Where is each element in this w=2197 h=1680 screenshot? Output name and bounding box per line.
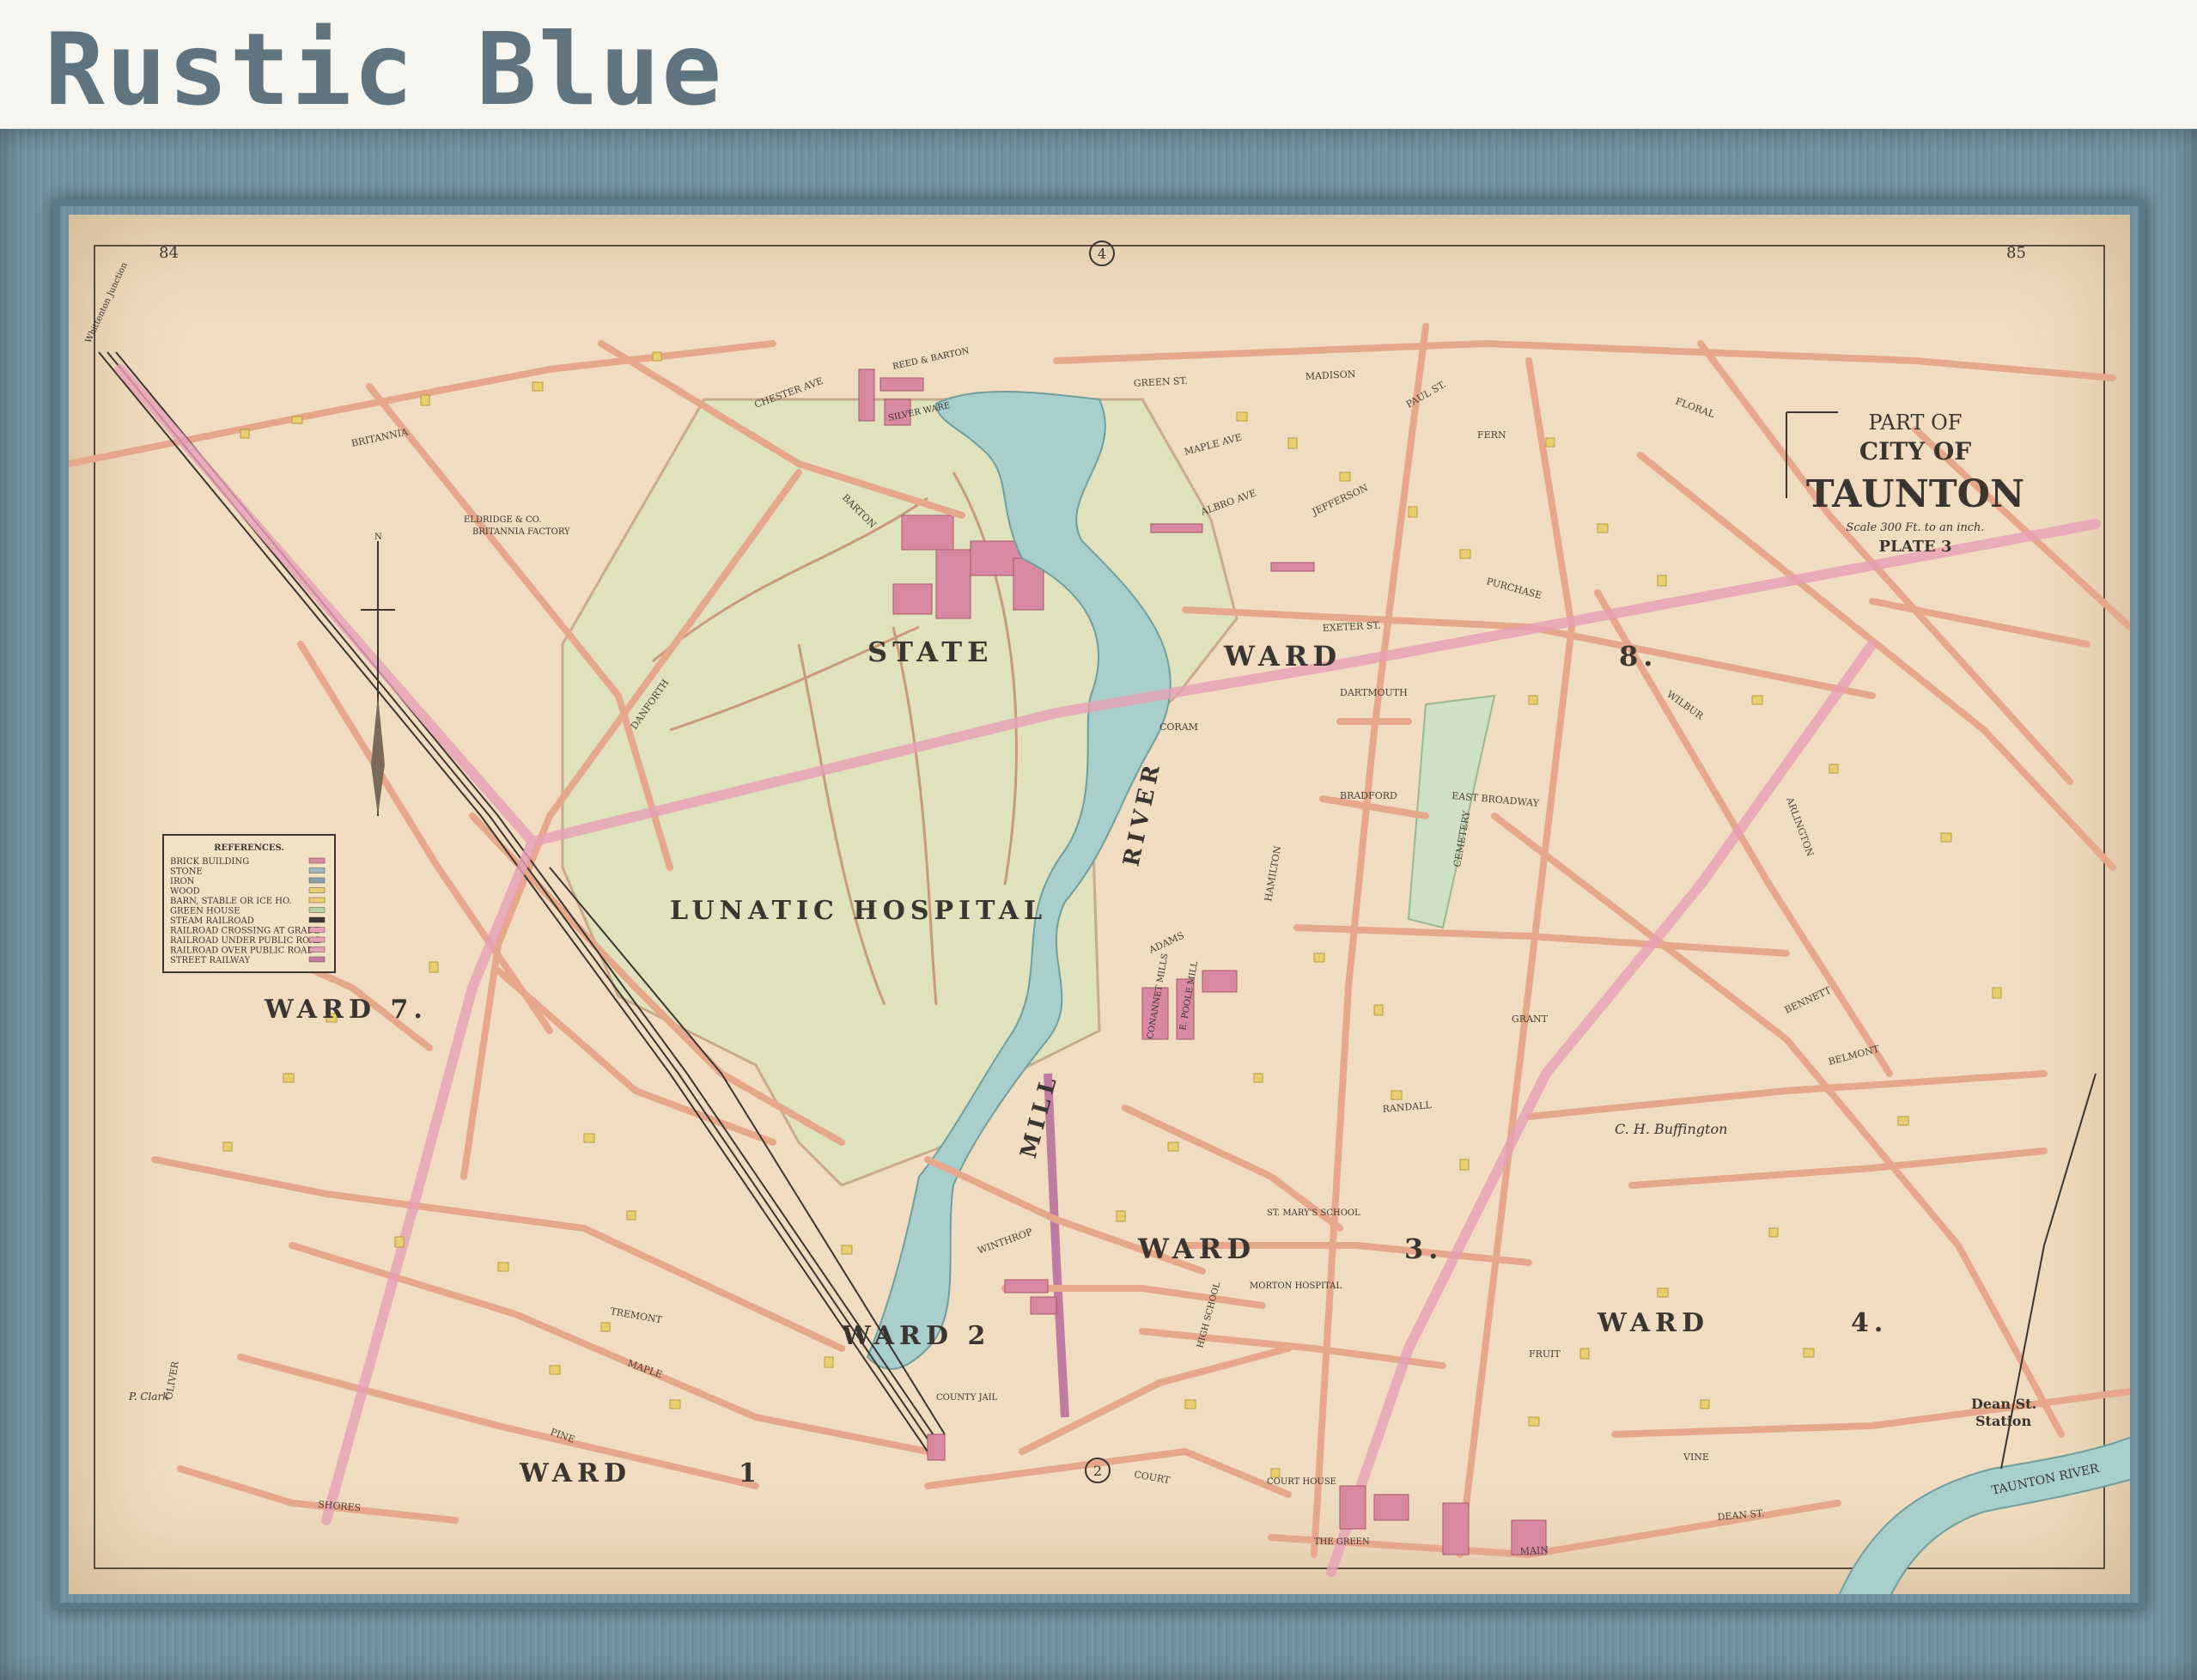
references-title: REFERENCES.: [214, 843, 284, 853]
reference-item: RAILROAD UNDER PUBLIC ROAD: [170, 936, 322, 946]
street-label: EXETER ST.: [1322, 619, 1380, 634]
reference-item: RAILROAD CROSSING AT GRADE: [170, 927, 320, 936]
street-label: TREMONT: [609, 1306, 663, 1325]
street-label: ADAMS: [1147, 930, 1186, 957]
street-label: WINTHROP: [977, 1227, 1035, 1257]
page-number-left: 84: [159, 244, 179, 262]
label-eldridge: ELDRIDGE & CO.: [464, 515, 541, 525]
reference-item: IRON: [170, 877, 195, 886]
banner: Rustic Blue: [0, 0, 2197, 129]
label-britannia-factory: BRITANNIA FACTORY: [472, 527, 570, 537]
reference-swatch: [308, 857, 326, 864]
street-label: BRITANNIA: [350, 426, 410, 449]
street-label: PAUL ST.: [1404, 379, 1448, 411]
label-ward-2: WARD 2: [841, 1321, 990, 1351]
street-label: BELMONT: [1827, 1043, 1881, 1067]
label-ward-4: WARD: [1597, 1308, 1709, 1338]
label-buffington: C. H. Buffington: [1615, 1121, 1727, 1137]
street-label: FLORAL: [1674, 396, 1717, 421]
label-st-marys: ST. MARY'S SCHOOL: [1267, 1208, 1360, 1218]
reference-item: GREEN HOUSE: [170, 907, 240, 916]
reference-swatch: [308, 907, 326, 913]
label-reed-barton: REED & BARTON: [892, 346, 970, 372]
label-state: STATE: [867, 636, 993, 668]
street-label: ALBRO AVE: [1199, 488, 1258, 519]
street-label: VINE: [1683, 1452, 1709, 1463]
label-the-green: THE GREEN: [1314, 1537, 1370, 1547]
title-plate: PLATE 3: [1878, 538, 1951, 556]
title-city-of: CITY OF: [1859, 437, 1971, 466]
label-p-clark: P. Clark: [128, 1391, 168, 1403]
reference-item: WOOD: [170, 887, 200, 897]
label-ward-8: 8.: [1619, 640, 1658, 673]
reference-swatch: [308, 867, 326, 873]
references-legend: REFERENCES. BRICK BUILDINGSTONEIRONWOODB…: [162, 834, 336, 973]
title-city: TAUNTON: [1806, 472, 2024, 516]
reference-item: STREET RAILWAY: [170, 956, 251, 965]
reference-swatch: [308, 927, 326, 933]
reference-swatch: [308, 897, 326, 904]
street-label: MADISON: [1305, 368, 1356, 382]
circle-marker-bottom-label: 2: [1093, 1463, 1102, 1479]
reference-swatch: [308, 887, 326, 893]
street-label: GRANT: [1512, 1013, 1549, 1025]
street-label: DEAN ST.: [1717, 1507, 1765, 1523]
reference-item: STEAM RAILROAD: [170, 916, 254, 926]
label-dean-station-b: Station: [1975, 1413, 2031, 1429]
title-scale: Scale 300 Ft. to an inch.: [1846, 521, 1984, 534]
street-label: DARTMOUTH: [1340, 687, 1408, 698]
reference-swatch: [308, 956, 326, 963]
street-label: CORAM: [1159, 721, 1198, 733]
banner-title: Rustic Blue: [45, 12, 724, 128]
label-morton-hospital: MORTON HOSPITAL: [1250, 1281, 1342, 1291]
street-label: COURT: [1133, 1469, 1171, 1486]
cemetery: [1407, 694, 1496, 929]
street-label: FERN: [1477, 429, 1506, 441]
label-ward-4-num: 4.: [1851, 1308, 1888, 1338]
reference-swatch: [308, 947, 326, 953]
street-label: PURCHASE: [1485, 575, 1543, 601]
street-label: HAMILTON: [1263, 844, 1283, 902]
reference-item: STONE: [170, 867, 203, 877]
svg-text:N: N: [374, 533, 382, 542]
mill-race: [1044, 1073, 1069, 1418]
map-svg: N REFERENCES. BRICK BUILDINGSTONEIRONWOO…: [69, 240, 2130, 1594]
taunton-river: [1838, 1436, 2130, 1594]
map-paper: N REFERENCES. BRICK BUILDING STONE IRON WOO…: [69, 215, 2130, 1594]
street-label: GREEN ST.: [1133, 375, 1188, 389]
picture-frame: N REFERENCES. BRICK BUILDING STONE IRON WOO…: [0, 129, 2197, 1680]
street-label: BENNETT: [1783, 984, 1834, 1016]
street-label: BRADFORD: [1340, 790, 1397, 801]
label-ward-3-num: 3.: [1404, 1233, 1443, 1265]
label-ward-1: WARD: [519, 1458, 631, 1488]
label-whittenton: Whittenton Junction: [84, 261, 130, 345]
reference-swatch: [308, 877, 326, 884]
page-number-right: 85: [2006, 244, 2026, 262]
reference-item: BARN, STABLE OR ICE HO.: [170, 897, 292, 906]
reference-item: RAILROAD OVER PUBLIC ROAD: [170, 947, 313, 956]
street-label: MAPLE AVE: [1183, 432, 1243, 458]
label-mill: MILL: [1016, 1070, 1063, 1161]
street-label: ARLINGTON: [1784, 795, 1816, 859]
label-ward-top: WARD: [1223, 640, 1342, 673]
street-label: JEFFERSON: [1310, 482, 1370, 518]
reference-swatch: [308, 916, 326, 923]
label-lunatic-hospital: LUNATIC HOSPITAL: [670, 896, 1047, 926]
label-ward-3: WARD: [1137, 1233, 1256, 1265]
circle-marker-top-label: 4: [1098, 246, 1106, 262]
label-dean-station-a: Dean St.: [1971, 1396, 2036, 1412]
reference-item: BRICK BUILDING: [170, 857, 249, 867]
label-county-jail: COUNTY JAIL: [936, 1393, 998, 1403]
street-label: RANDALL: [1382, 1099, 1433, 1115]
street-label: MAIN: [1519, 1544, 1549, 1557]
street-label: MAPLE: [626, 1358, 664, 1381]
label-ward-7: WARD 7.: [264, 995, 428, 1025]
label-court-house: COURT HOUSE: [1267, 1477, 1336, 1487]
title-part-of: PART OF: [1869, 411, 1963, 435]
street-label: FRUIT: [1529, 1348, 1561, 1360]
street-label: OLIVER: [163, 1360, 181, 1400]
reference-swatch: [308, 936, 326, 943]
label-ward-1-num: 1: [739, 1458, 762, 1488]
